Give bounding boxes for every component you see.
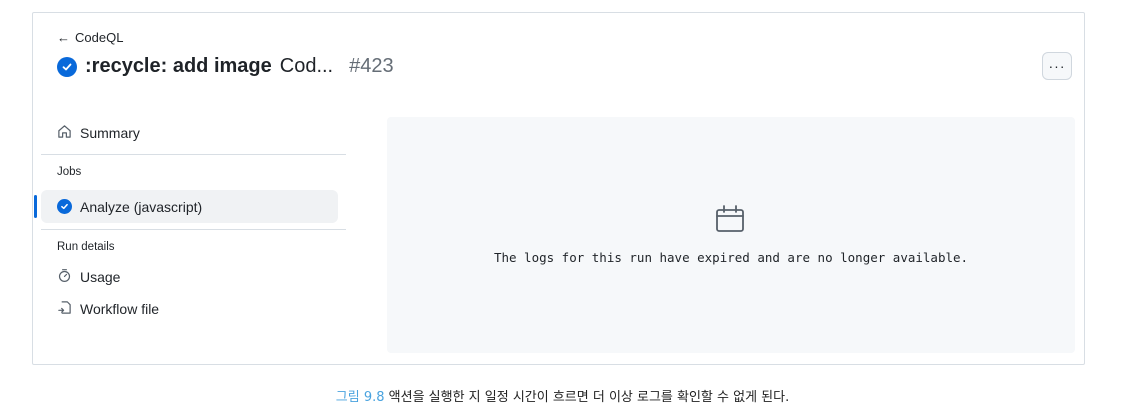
sidebar-item-usage[interactable]: Usage bbox=[41, 261, 346, 293]
sidebar-item-job[interactable]: Analyze (javascript) bbox=[34, 190, 338, 223]
sidebar-item-label: Usage bbox=[80, 269, 121, 285]
sidebar-item-summary[interactable]: Summary bbox=[41, 117, 346, 149]
divider bbox=[41, 154, 346, 155]
logs-panel: The logs for this run have expired and a… bbox=[387, 117, 1075, 353]
stopwatch-icon bbox=[57, 268, 72, 286]
check-circle-icon bbox=[57, 199, 72, 214]
back-link[interactable]: ← CodeQL bbox=[57, 30, 123, 45]
run-title-workflow: Cod... bbox=[279, 55, 334, 77]
divider bbox=[41, 229, 346, 230]
logs-expired-message: The logs for this run have expired and a… bbox=[493, 250, 969, 265]
page-title: :recycle: add image Cod... #423 bbox=[57, 55, 394, 78]
workflow-run-page: ← CodeQL :recycle: add image Cod... #423… bbox=[32, 12, 1085, 365]
sidebar-item-label: Summary bbox=[80, 125, 140, 141]
jobs-heading: Jobs bbox=[57, 166, 82, 178]
more-options-button[interactable]: ··· bbox=[1042, 52, 1072, 80]
selected-indicator bbox=[34, 195, 37, 218]
check-circle-icon bbox=[57, 56, 77, 77]
caption-text: 액션을 실행한 지 일정 시간이 흐르면 더 이상 로그를 확인할 수 없게 된… bbox=[388, 390, 790, 405]
arrow-left-icon: ← bbox=[57, 30, 70, 45]
run-sidebar: Summary Jobs Analyze (javascript) Run de… bbox=[34, 117, 346, 325]
calendar-icon bbox=[715, 205, 745, 238]
kebab-horizontal-icon: ··· bbox=[1048, 58, 1066, 74]
run-number: #423 bbox=[349, 55, 394, 77]
sidebar-item-workflow-file[interactable]: Workflow file bbox=[41, 293, 346, 325]
back-link-label: CodeQL bbox=[75, 30, 124, 45]
job-label: Analyze (javascript) bbox=[80, 198, 203, 215]
run-title-commit: :recycle: add image bbox=[85, 55, 272, 77]
run-details-heading: Run details bbox=[57, 241, 115, 253]
home-icon bbox=[57, 124, 72, 142]
sidebar-item-label: Workflow file bbox=[80, 301, 160, 317]
figure-caption: 그림 9.8 액션을 실행한 지 일정 시간이 흐르면 더 이상 로그를 확인할… bbox=[0, 386, 1125, 405]
caption-label: 그림 9.8 bbox=[335, 390, 385, 405]
workflow-file-icon bbox=[57, 300, 72, 318]
